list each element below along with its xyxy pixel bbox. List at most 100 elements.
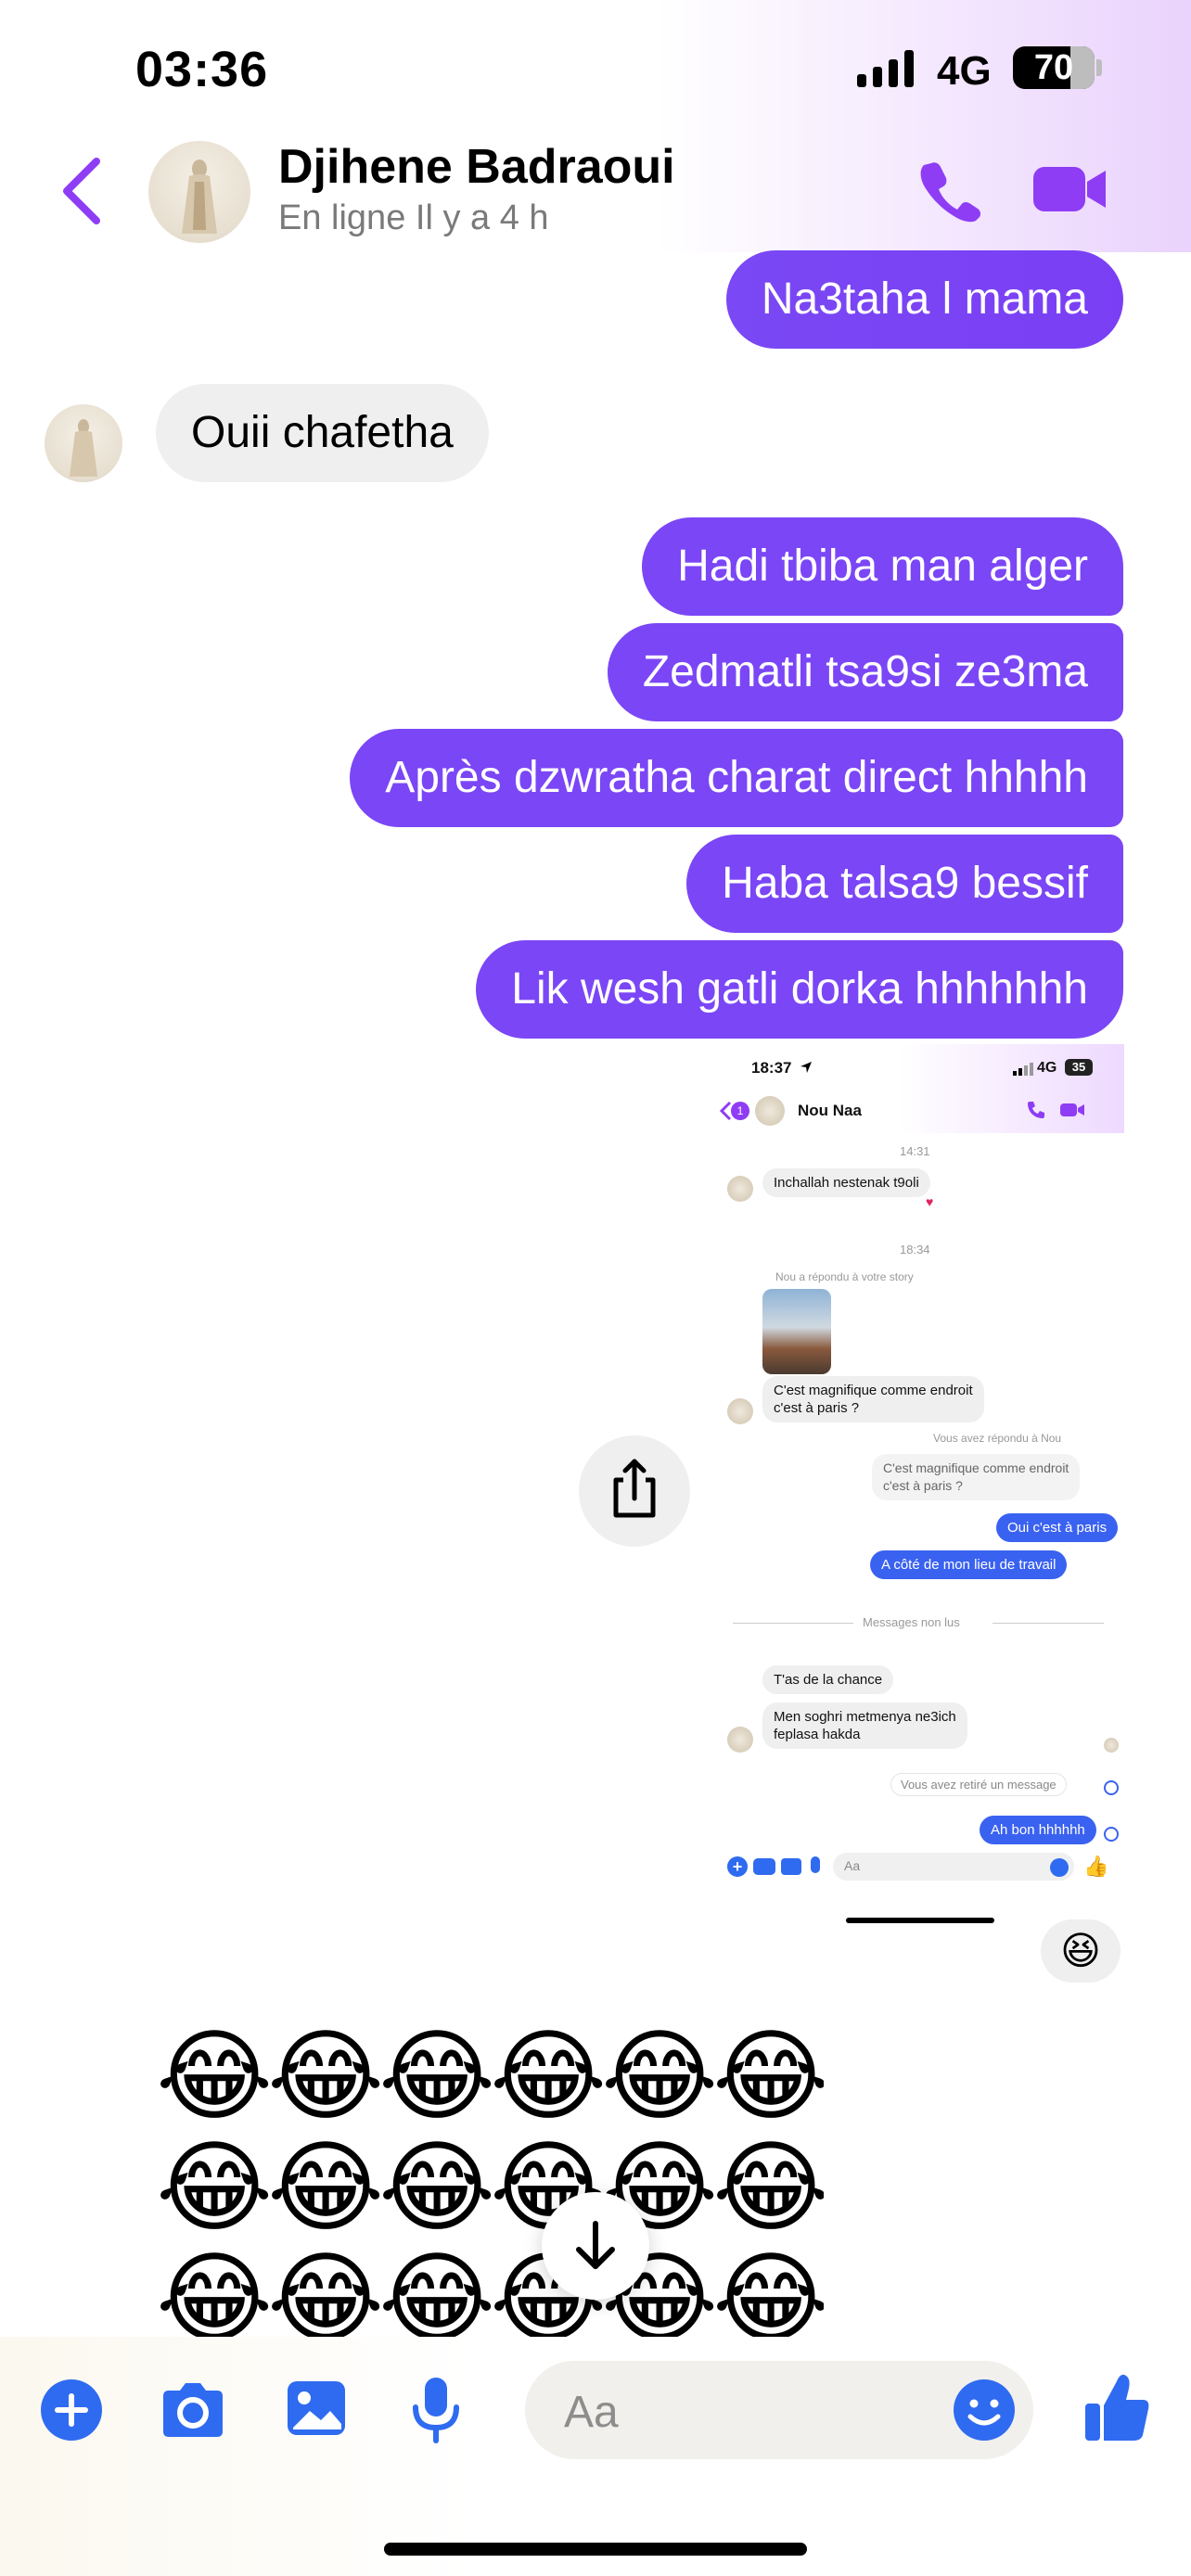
- screenshot-avatar: [727, 1176, 753, 1202]
- screenshot-emoji-icon: [1050, 1858, 1069, 1877]
- screenshot-home-indicator: [846, 1918, 994, 1923]
- screenshot-gallery-icon: [781, 1858, 801, 1875]
- status-time: 03:36: [135, 42, 269, 97]
- message-text: Hadi tbiba man alger: [677, 542, 1088, 591]
- screenshot-mic-icon: [811, 1856, 820, 1873]
- message-line: C'est magnifique comme endroit: [774, 1383, 973, 1398]
- home-indicator: [384, 2543, 807, 2556]
- back-chevron-icon[interactable]: [56, 154, 111, 228]
- tears-of-joy-emoji: 😂: [490, 2021, 608, 2135]
- contact-avatar-small[interactable]: [45, 404, 122, 482]
- message-line: feplasa hakda: [774, 1727, 861, 1742]
- tears-of-joy-emoji: 😂: [267, 2130, 385, 2246]
- message-text: Après dzwratha charat direct hhhhh: [385, 753, 1088, 802]
- sent-message[interactable]: Zedmatli tsa9si ze3ma: [607, 623, 1123, 721]
- message-text: Lik wesh gatli dorka hhhhhhh: [511, 964, 1088, 1014]
- tears-of-joy-emoji: 😂: [712, 2241, 824, 2338]
- screenshot-timestamp: 18:34: [900, 1243, 930, 1256]
- sent-message[interactable]: Après dzwratha charat direct hhhhh: [350, 729, 1123, 827]
- screenshot-video-icon: [1060, 1103, 1084, 1116]
- reaction-emoji[interactable]: 😆: [1041, 1919, 1121, 1983]
- screenshot-plus-icon: +: [727, 1856, 748, 1877]
- screenshot-message: Men soghri metmenya ne3ich feplasa hakda: [762, 1702, 967, 1749]
- signal-icon: [857, 50, 914, 87]
- screenshot-sent-message: Oui c'est à paris: [996, 1513, 1119, 1542]
- screenshot-sent-message: Ah bon hhhhhh: [980, 1816, 1096, 1844]
- message-text: Na3taha l mama: [761, 274, 1088, 324]
- message-line: Men soghri metmenya ne3ich: [774, 1709, 956, 1725]
- sent-message[interactable]: Na3taha l mama: [725, 250, 1123, 349]
- sent-message[interactable]: Hadi tbiba man alger: [642, 517, 1123, 616]
- contact-avatar[interactable]: [148, 141, 250, 243]
- emoji-row: 😂 😂 😂 😂 😂 😂: [156, 2021, 824, 2133]
- tears-of-joy-emoji: 😂: [378, 2130, 496, 2246]
- screenshot-avatar: [727, 1398, 753, 1424]
- screenshot-network: 4G: [1037, 1060, 1057, 1076]
- phone-icon[interactable]: [918, 158, 983, 223]
- tears-of-joy-emoji: 😂: [712, 2130, 824, 2246]
- tears-of-joy-emoji: 😂: [156, 2130, 274, 2246]
- network-type: 4G: [937, 48, 992, 94]
- tears-of-joy-emoji: 😂: [601, 2021, 719, 2135]
- emoji-row: 😂 😂 😂 😂 😂 😂: [156, 2241, 824, 2338]
- message-line: C'est magnifique comme endroit: [883, 1460, 1069, 1475]
- screenshot-reply-label: Vous avez répondu à Nou: [933, 1432, 1062, 1445]
- sent-message[interactable]: Haba talsa9 bessif: [686, 835, 1123, 933]
- shared-screenshot-image[interactable]: 18:37 4G 35 1 Nou Naa 14:31 Inchallah ne…: [714, 1044, 1124, 1934]
- screenshot-avatar: [727, 1727, 753, 1753]
- emoji-icon[interactable]: [952, 2378, 1017, 2442]
- screenshot-input: [833, 1853, 1074, 1881]
- status-bar: 03:36 4G 70: [0, 0, 1191, 139]
- video-call-icon[interactable]: [1031, 161, 1109, 217]
- like-icon[interactable]: [1083, 2370, 1152, 2444]
- gallery-icon[interactable]: [284, 2376, 349, 2441]
- screenshot-camera-icon: [753, 1858, 775, 1875]
- battery-percent: 70: [1033, 48, 1074, 87]
- arrow-down-icon: [576, 2221, 615, 2269]
- screenshot-sent-message: A côté de mon lieu de travail: [870, 1550, 1068, 1579]
- message-input-placeholder: Aa: [564, 2388, 619, 2437]
- screenshot-story-label: Nou a répondu à votre story: [775, 1270, 914, 1283]
- tears-of-joy-emoji: 😂: [156, 2021, 274, 2135]
- screenshot-contact-avatar: [755, 1096, 785, 1126]
- screenshot-time: 18:37: [751, 1059, 792, 1077]
- emoji-message[interactable]: 😂 😂 😂 😂 😂 😂 😂 😂 😂 😂 😂 😂 😂 😂 😂 😂 😂 😂: [156, 2021, 824, 2337]
- story-thumbnail: [762, 1289, 831, 1374]
- message-line: c'est à paris ?: [883, 1478, 963, 1493]
- share-button[interactable]: [579, 1435, 690, 1547]
- screenshot-check-icon: [1104, 1827, 1119, 1842]
- plus-icon[interactable]: [39, 2378, 104, 2442]
- screenshot-unread-badge: 1: [731, 1102, 749, 1120]
- tears-of-joy-emoji: 😂: [378, 2021, 496, 2135]
- unread-divider-label: Messages non lus: [863, 1615, 960, 1629]
- sent-message[interactable]: Lik wesh gatli dorka hhhhhhh: [476, 940, 1123, 1039]
- message-text: Haba talsa9 bessif: [722, 859, 1088, 908]
- received-message[interactable]: Ouii chafetha: [156, 384, 489, 482]
- screenshot-battery: 35: [1065, 1059, 1093, 1076]
- microphone-icon[interactable]: [408, 2374, 464, 2444]
- tears-of-joy-emoji: 😂: [156, 2241, 274, 2338]
- scroll-to-bottom-button[interactable]: [542, 2192, 649, 2300]
- share-icon: [613, 1459, 656, 1518]
- screenshot-composer-icons: + Aa 👍: [714, 1849, 1124, 1886]
- message-line: c'est à paris ?: [774, 1400, 860, 1416]
- camera-icon[interactable]: [158, 2378, 228, 2442]
- screenshot-message: C'est magnifique comme endroit c'est à p…: [762, 1376, 984, 1422]
- contact-status: En ligne Il y a 4 h: [278, 198, 549, 237]
- avatar-figure-icon: [70, 419, 97, 477]
- battery-icon: 70: [1013, 46, 1095, 89]
- battery-tip: [1096, 59, 1102, 76]
- screenshot-quoted-message: C'est magnifique comme endroit c'est à p…: [872, 1454, 1081, 1500]
- screenshot-signal-icon: [1013, 1063, 1033, 1076]
- screenshot-seen-avatar: [1104, 1738, 1119, 1753]
- location-arrow-icon: [800, 1062, 812, 1073]
- emoji-row: 😂 😂 😂 😂 😂 😂: [156, 2133, 824, 2244]
- tears-of-joy-emoji: 😂: [712, 2021, 824, 2135]
- unread-divider-line: [733, 1623, 853, 1624]
- contact-name[interactable]: Djihene Badraoui: [278, 139, 675, 195]
- message-text: Ouii chafetha: [191, 408, 454, 457]
- tears-of-joy-emoji: 😂: [267, 2241, 385, 2338]
- heart-reaction-icon: ♥: [926, 1194, 934, 1209]
- message-text: Zedmatli tsa9si ze3ma: [642, 647, 1088, 696]
- screenshot-message: T'as de la chance: [762, 1665, 894, 1694]
